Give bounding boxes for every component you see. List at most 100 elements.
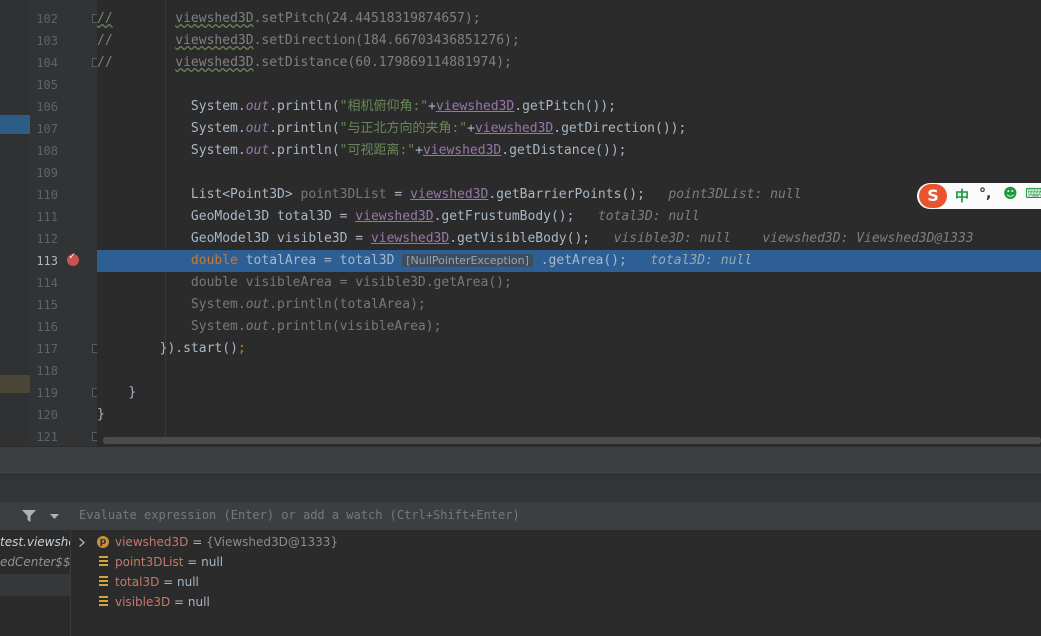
code-token: System. [190,121,246,136]
ime-keyboard-icon[interactable]: ⌨ [1025,186,1041,202]
code-token: List<Point3D> [190,187,301,202]
line-number: 118 [36,364,58,378]
ime-punctuation-toggle[interactable]: °, [979,186,991,202]
line-number: 109 [36,166,58,180]
code-token: + [428,99,436,114]
code-line-110: List<Point3D> point3DList = viewshed3D.g… [97,184,1041,206]
project-tree-selected-item[interactable] [0,115,30,134]
code-token: .getPitch()); [514,99,616,114]
code-token: = [386,187,411,202]
code-line-112: GeoModel3D visible3D = viewshed3D.getVis… [97,228,1041,250]
frames-panel: test.viewshe edCenter$$l [0,502,71,636]
line-comment-marker: // [97,55,113,70]
code-line-108: System.out.println("可视距离:"+viewshed3D.ge… [97,140,1041,162]
code-token: totalArea = total3D [237,253,395,268]
line-number-gutter[interactable]: 102 103 104 105 106 107 108 109 110 111 … [30,0,101,446]
expand-arrow-icon[interactable] [79,538,85,547]
code-token: .getVisibleBody(); [449,231,591,246]
code-token: .setDirection(184.66703436851276); [253,33,520,48]
variable-separator: = [188,535,207,549]
execution-line-113: double totalArea = total3D [NullPointerE… [97,250,1041,272]
evaluate-bar[interactable]: Evaluate expression (Enter) or add a wat… [71,502,1041,530]
code-token: out [245,99,270,114]
inline-debug-value: viewshed3D: Viewshed3D@1333 [762,231,974,246]
line-comment-marker: // [97,33,113,48]
ime-language-toggle[interactable]: 中 [955,186,969,206]
line-number: 106 [36,100,58,114]
variable-separator: = [159,575,178,589]
field-icon [99,556,108,566]
code-token: viewshed3D [422,143,502,158]
inline-debug-value: total3D: null [597,209,700,224]
code-token: .getArea(); [540,253,627,268]
code-token: System. [190,319,246,334]
field-icon [99,596,108,606]
inline-debug-value: visible3D: null [613,231,731,246]
code-token: .println( [269,121,340,136]
code-token: .setDistance(60.179869114881974); [253,55,512,70]
line-number: 103 [36,34,58,48]
code-line-103: // viewshed3D.setDirection(184.667034368… [97,30,1041,52]
code-token: viewshed3D [175,11,254,26]
line-number: 117 [36,342,58,356]
code-token: double visibleArea = visible3D.getArea()… [190,275,512,290]
code-token: out [245,121,270,136]
variable-row-point3DList[interactable]: point3DList = null [71,552,471,572]
code-line-115: System.out.println(totalArea); [97,294,1041,316]
string-literal: "可视距离:" [339,143,416,158]
code-line-102: // viewshed3D.setPitch(24.44518319874657… [97,8,1041,30]
code-line-114: double visibleArea = visible3D.getArea()… [97,272,1041,294]
line-number: 116 [36,320,58,334]
frame-item-empty [0,574,70,596]
code-token: .println(visibleArea); [269,319,442,334]
ime-emoji-icon[interactable]: ☻ [1003,186,1018,202]
code-token: .getDistance()); [501,143,627,158]
variable-row-viewshed3D[interactable]: p viewshed3D = {Viewshed3D@1333} [71,532,471,552]
debug-tool-window-header [0,446,1041,475]
code-token: + [415,143,423,158]
debug-toolbar [0,474,1041,503]
variable-separator: = [170,595,188,609]
project-tree-highlight [0,375,30,393]
ime-logo-icon[interactable]: S [919,184,947,208]
frame-item[interactable]: test.viewshe [0,532,70,552]
variable-row-visible3D[interactable]: visible3D = null [71,592,471,612]
code-token: }).start() [159,341,238,356]
parameter-icon: p [97,536,109,548]
code-editor[interactable]: // viewshed3D.setPitch(24.44518319874657… [97,0,1041,446]
code-token: .setPitch(24.44518319874657); [253,11,481,26]
code-token: .println(totalArea); [269,297,426,312]
filter-icon[interactable] [22,510,36,522]
code-line-106: System.out.println("相机俯仰角:"+viewshed3D.g… [97,96,1041,118]
variable-row-total3D[interactable]: total3D = null [71,572,471,592]
code-token: .println( [269,143,340,158]
line-number: 115 [36,298,58,312]
line-number: 119 [36,386,58,400]
string-literal: "相机俯仰角:" [339,99,429,114]
line-number: 102 [36,12,58,26]
chevron-down-icon[interactable] [50,514,59,519]
code-line-111: GeoModel3D total3D = viewshed3D.getFrust… [97,206,1041,228]
code-line-107: System.out.println("与正北方向的夹角:"+viewshed3… [97,118,1041,140]
variables-panel: Evaluate expression (Enter) or add a wat… [71,502,1041,636]
ime-toolbar[interactable]: S 中 °, ☻ ⌨ [917,183,1041,209]
line-number: 104 [36,56,58,70]
evaluate-expression-input[interactable]: Evaluate expression (Enter) or add a wat… [79,508,520,522]
code-token: viewshed3D [370,231,450,246]
breakpoint-icon[interactable] [67,251,79,266]
code-token: } [128,385,137,400]
code-token: System. [190,143,246,158]
code-token: + [467,121,475,136]
current-line-number: 113 [36,254,58,268]
code-line-117: }).start(); [97,338,1041,360]
line-number: 110 [36,188,58,202]
variable-value: null [201,555,224,569]
variable-value: {Viewshed3D@1333} [206,535,339,549]
line-number: 108 [36,144,58,158]
exception-inlay[interactable]: [NullPointerException] [402,254,533,267]
horizontal-scrollbar[interactable] [103,437,1041,444]
code-token: viewshed3D [355,209,434,224]
code-token: out [245,297,270,312]
frame-item[interactable]: edCenter$$l [0,552,70,572]
code-token: viewshed3D [410,187,489,202]
